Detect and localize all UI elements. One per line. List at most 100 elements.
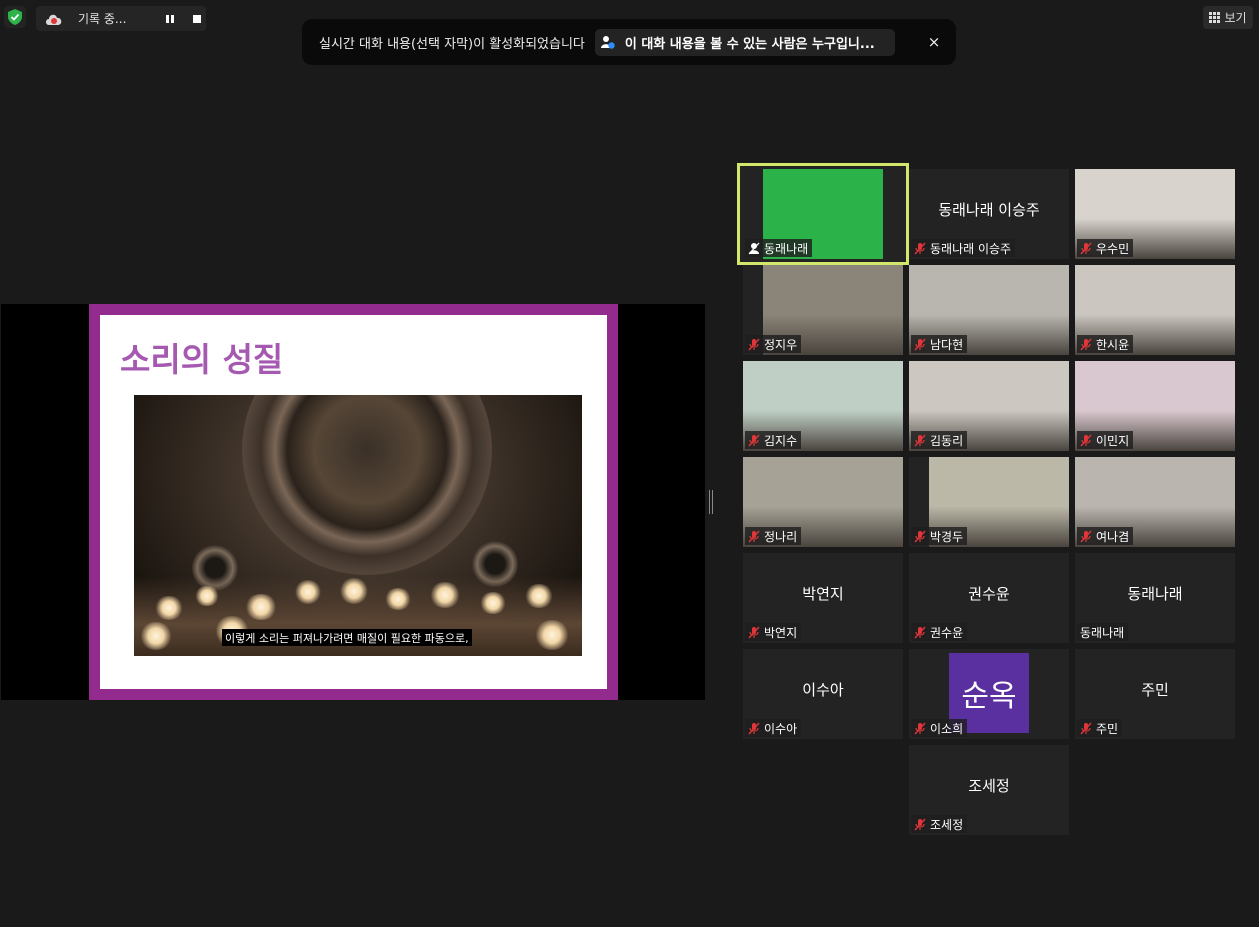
participant-tile[interactable]: 한시윤 [1075, 265, 1235, 355]
cloud-recording-icon [46, 14, 62, 25]
participant-tile[interactable]: 정나리 [743, 457, 903, 547]
participant-tile[interactable]: 이민지 [1075, 361, 1235, 451]
muted-mic-icon [748, 338, 760, 350]
participant-label: 이수아 [745, 719, 802, 737]
muted-mic-icon [748, 722, 760, 734]
participant-name: 박경두 [930, 529, 964, 544]
participant-label: 김동리 [911, 431, 968, 449]
resize-handle[interactable] [709, 490, 713, 514]
participant-name-center: 권수윤 [968, 585, 1010, 603]
video-subtitle: 이렇게 소리는 퍼져나가려면 매질이 필요한 파동으로, [222, 629, 472, 646]
participant-label: 주민 [1077, 719, 1123, 737]
participant-tile[interactable]: 순옥 이소희 [909, 649, 1069, 739]
presentation-slide: 소리의 성질 이렇게 소리는 퍼져나가려면 매질이 필요한 파동으로, [89, 304, 618, 700]
participant-label: 권수윤 [911, 623, 968, 641]
participant-tile[interactable]: 우수민 [1075, 169, 1235, 259]
participant-tile[interactable]: 권수윤 권수윤 [909, 553, 1069, 643]
participant-label: 동래나래 이승주 [911, 239, 1016, 257]
participant-label: 우수민 [1077, 239, 1134, 257]
participant-tile[interactable]: 동래나래 [737, 163, 909, 265]
participant-name-center: 주민 [1141, 681, 1169, 699]
view-label: 보기 [1224, 11, 1247, 25]
participant-tile[interactable]: 박경두 [909, 457, 1069, 547]
participant-name: 한시윤 [1096, 337, 1130, 352]
slide-title: 소리의 성질 [120, 340, 284, 379]
participant-name-center: 박연지 [802, 585, 844, 603]
view-button[interactable]: 보기 [1203, 6, 1253, 29]
security-shield-icon[interactable] [4, 6, 26, 28]
participant-label: 정지우 [745, 335, 802, 353]
participant-label: 한시윤 [1077, 335, 1134, 353]
participant-name: 조세정 [930, 817, 964, 832]
participant-name-center: 동래나래 [1127, 585, 1183, 603]
muted-mic-icon [914, 722, 926, 734]
participant-label: 동래나래 [1077, 623, 1129, 641]
participant-name: 정지우 [764, 337, 798, 352]
participant-label: 이소희 [911, 719, 968, 737]
who-can-see-link[interactable]: 이 대화 내용을 볼 수 있는 사람은 누구입니... [594, 28, 895, 56]
participant-name: 이민지 [1096, 433, 1130, 448]
participant-tile[interactable]: 동래나래 동래나래 [1075, 553, 1235, 643]
participant-name: 권수윤 [930, 625, 964, 640]
participant-name-center: 동래나래 이승주 [938, 201, 1040, 219]
participant-label: 김지수 [745, 431, 802, 449]
muted-mic-icon [748, 530, 760, 542]
shared-screen: 소리의 성질 이렇게 소리는 퍼져나가려면 매질이 필요한 파동으로, [1, 304, 705, 700]
grid-view-icon [1209, 12, 1221, 23]
muted-mic-icon [1080, 722, 1092, 734]
slide-content: 소리의 성질 이렇게 소리는 퍼져나가려면 매질이 필요한 파동으로, [100, 315, 607, 689]
user-lock-icon [600, 36, 615, 49]
participant-name: 이소희 [930, 721, 964, 736]
slide-video: 이렇게 소리는 퍼져나가려면 매질이 필요한 파동으로, [134, 395, 582, 656]
participant-name: 김지수 [764, 433, 798, 448]
participant-name: 남다현 [930, 337, 964, 352]
participant-tile[interactable]: 여나겸 [1075, 457, 1235, 547]
participant-label: 남다현 [911, 335, 968, 353]
muted-mic-icon [1080, 242, 1092, 254]
close-icon[interactable]: × [925, 33, 943, 51]
muted-mic-icon [1080, 338, 1092, 350]
participant-tile[interactable]: 주민 주민 [1075, 649, 1235, 739]
participant-label: 박연지 [745, 623, 802, 641]
participant-name: 박연지 [764, 625, 798, 640]
muted-mic-icon [1080, 530, 1092, 542]
participant-name: 동래나래 [1080, 625, 1125, 640]
speaker-image [242, 395, 492, 575]
muted-mic-icon [914, 626, 926, 638]
muted-mic-icon [748, 626, 760, 638]
participant-label: 동래나래 [745, 239, 813, 257]
muted-mic-icon [1080, 434, 1092, 446]
muted-mic-icon [914, 530, 926, 542]
participant-name: 동래나래 이승주 [930, 241, 1012, 256]
who-can-see-label: 이 대화 내용을 볼 수 있는 사람은 누구입니... [624, 36, 875, 52]
participant-label: 여나겸 [1077, 527, 1134, 545]
pause-recording-icon[interactable] [166, 14, 174, 23]
participant-label: 이민지 [1077, 431, 1134, 449]
stop-recording-icon[interactable] [193, 14, 201, 23]
muted-mic-icon [914, 434, 926, 446]
notification-message: 실시간 대화 내용(선택 자막)이 활성화되었습니다 [319, 36, 585, 52]
participant-tile[interactable]: 정지우 [743, 265, 903, 355]
participant-label: 정나리 [745, 527, 802, 545]
muted-mic-icon [748, 434, 760, 446]
recording-label: 기록 중... [78, 12, 127, 26]
participant-name: 동래나래 [764, 241, 809, 256]
participant-name: 여나겸 [1096, 529, 1130, 544]
participant-name: 정나리 [764, 529, 798, 544]
participant-tile[interactable]: 조세정 조세정 [909, 745, 1069, 835]
participant-tile[interactable]: 김지수 [743, 361, 903, 451]
captions-notification: 실시간 대화 내용(선택 자막)이 활성화되었습니다 이 대화 내용을 볼 수 … [302, 19, 956, 65]
participant-tile[interactable]: 김동리 [909, 361, 1069, 451]
participant-tile[interactable]: 이수아 이수아 [743, 649, 903, 739]
participant-tile[interactable]: 박연지 박연지 [743, 553, 903, 643]
participant-name: 김동리 [930, 433, 964, 448]
recording-bar: 기록 중... [36, 6, 206, 31]
participant-name: 우수민 [1096, 241, 1130, 256]
participant-tile[interactable]: 남다현 [909, 265, 1069, 355]
participant-tile[interactable]: 동래나래 이승주 동래나래 이승주 [909, 169, 1069, 259]
participant-name: 주민 [1096, 721, 1119, 736]
muted-mic-icon [914, 242, 926, 254]
participant-name-center: 조세정 [968, 777, 1010, 795]
muted-mic-icon [914, 338, 926, 350]
participant-label: 조세정 [911, 815, 968, 833]
